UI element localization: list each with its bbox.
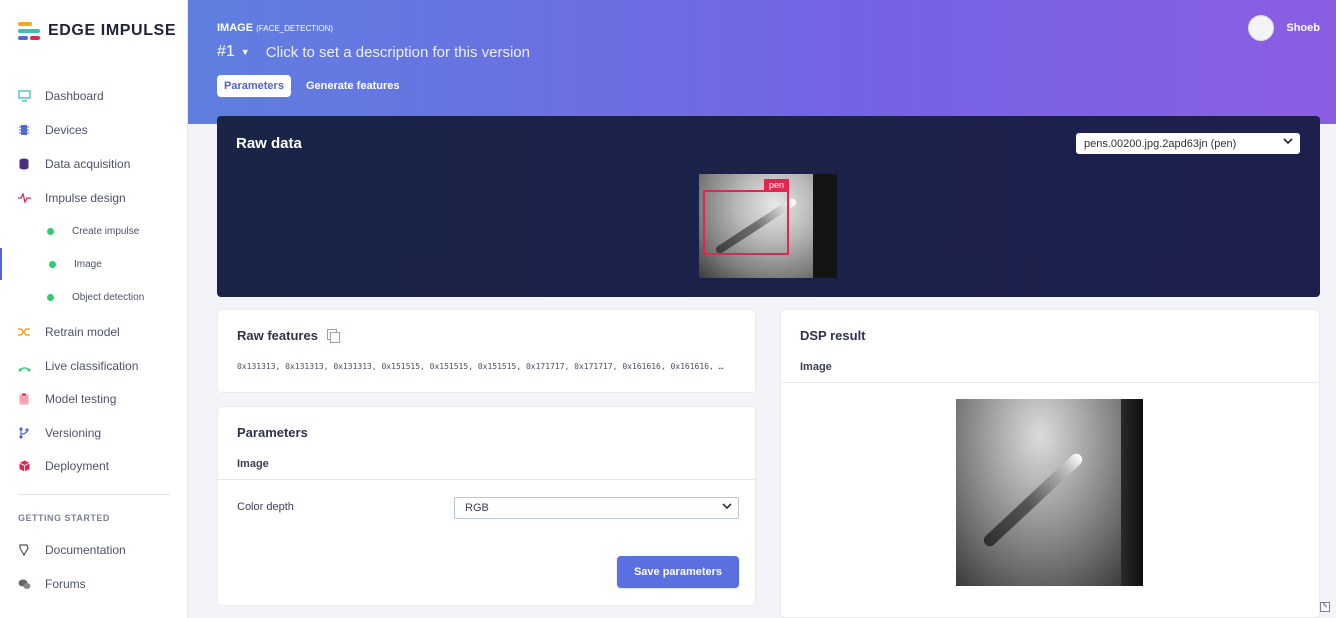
username[interactable]: Shoeb [1286,22,1320,34]
database-icon [17,157,31,171]
sidebar-item-label: Live classification [45,359,139,373]
signal-icon [17,359,31,373]
sidebar-item-label: Data acquisition [45,157,131,171]
tab-parameters[interactable]: Parameters [217,75,291,97]
dsp-result-title: DSP result [800,328,866,343]
avatar[interactable] [1248,15,1275,41]
bounding-box: pen [703,179,789,255]
color-depth-select[interactable]: RGB [454,497,739,519]
sidebar-item-label: Devices [45,123,88,137]
raw-features-title: Raw features [237,328,318,343]
sidebar-item-label: Forums [45,577,86,591]
sidebar-section-title: GETTING STARTED [18,513,110,523]
sample-select-value: pens.00200.jpg.2apd63jn (pen) [1084,137,1237,150]
dsp-output-image [956,399,1143,586]
chat-icon [17,577,31,591]
monitor-icon [17,89,31,103]
version-description[interactable]: Click to set a description for this vers… [266,44,530,61]
sidebar-item-devices[interactable]: Devices [0,114,188,146]
edge-impulse-logo-icon [18,22,40,40]
raw-features-card: Raw features 0x131313, 0x131313, 0x13131… [217,309,756,393]
sidebar-item-impulse-design[interactable]: Impulse design [0,182,188,214]
sidebar-item-live-classification[interactable]: Live classification [0,350,188,382]
sidebar-item-documentation[interactable]: Documentation [0,534,188,566]
sidebar-item-forums[interactable]: Forums [0,568,188,600]
chip-icon [17,123,31,137]
bounding-box-label: pen [763,179,789,192]
raw-features-values: 0x131313, 0x131313, 0x131313, 0x151515, … [237,362,724,371]
status-dot-icon [49,260,56,268]
docs-icon [17,543,31,557]
block-variant: (FACE_DETECTION) [256,24,334,33]
image-shadow-edge [1121,399,1143,586]
sidebar-item-image[interactable]: Image [0,248,188,280]
image-shadow-edge [813,174,837,278]
status-dot-icon [47,293,54,301]
divider [218,479,755,480]
page-header: IMAGE (FACE_DETECTION) #1 ▼ Click to set… [188,0,1336,124]
sidebar-item-label: Documentation [45,543,126,557]
version-selector[interactable]: #1 ▼ Click to set a description for this… [217,43,530,61]
chevron-down-icon [1283,136,1293,149]
sidebar-divider [18,494,170,495]
sidebar-item-retrain-model[interactable]: Retrain model [0,316,188,348]
chevron-down-icon [722,501,732,514]
sidebar-item-versioning[interactable]: Versioning [0,417,188,449]
copy-icon[interactable] [327,329,340,343]
raw-sample-image: pen [699,174,837,278]
color-depth-label: Color depth [237,501,294,513]
sidebar-item-label: Deployment [45,459,110,473]
caret-down-icon[interactable]: ▼ [241,47,250,57]
divider [781,382,1319,383]
pulse-icon [17,191,31,205]
sidebar-item-label: Impulse design [45,191,126,205]
sidebar-item-label: Model testing [45,392,117,406]
dsp-result-subtitle: Image [800,361,832,373]
clipboard-icon [17,392,31,406]
block-title: IMAGE (FACE_DETECTION) [217,22,333,34]
version-number: #1 [217,43,235,60]
sidebar-item-label: Versioning [45,426,102,440]
parameters-title: Parameters [237,425,308,440]
sidebar-item-model-testing[interactable]: Model testing [0,383,188,415]
sidebar-item-label: Retrain model [45,325,120,339]
sidebar-item-data-acquisition[interactable]: Data acquisition [0,148,188,180]
pen-object [981,451,1085,549]
parameters-card: Parameters Image Color depth RGB Save pa… [217,406,756,606]
save-parameters-button[interactable]: Save parameters [617,556,739,588]
sidebar: EDGE IMPULSE Dashboard Devices Data acqu… [0,0,188,618]
block-tabs: Parameters Generate features [217,75,406,97]
shuffle-icon [17,325,31,339]
block-name: IMAGE [217,22,254,34]
raw-data-title: Raw data [236,135,302,152]
sidebar-item-label: Image [74,258,102,270]
sample-select[interactable]: pens.00200.jpg.2apd63jn (pen) [1076,133,1300,154]
brand-name: EDGE IMPULSE [48,22,177,39]
sidebar-item-dashboard[interactable]: Dashboard [0,80,188,112]
sidebar-item-object-detection[interactable]: Object detection [0,281,188,313]
status-dot-icon [47,227,54,235]
brand-logo[interactable]: EDGE IMPULSE [18,22,176,40]
sidebar-item-label: Create impulse [72,225,140,237]
color-depth-value: RGB [465,502,489,514]
user-menu[interactable]: Shoeb [1248,15,1320,41]
feedback-icon[interactable]: ✎ [1320,602,1330,612]
tab-generate-features[interactable]: Generate features [299,75,407,97]
sidebar-item-label: Dashboard [45,89,104,103]
sidebar-item-deployment[interactable]: Deployment [0,450,188,482]
raw-data-panel: Raw data pens.00200.jpg.2apd63jn (pen) p… [217,116,1320,297]
box-icon [17,459,31,473]
parameters-subtitle: Image [237,458,269,470]
sidebar-item-create-impulse[interactable]: Create impulse [0,215,188,247]
dsp-result-card: DSP result Image [780,309,1320,618]
branch-icon [17,426,31,440]
sidebar-item-label: Object detection [72,291,145,303]
